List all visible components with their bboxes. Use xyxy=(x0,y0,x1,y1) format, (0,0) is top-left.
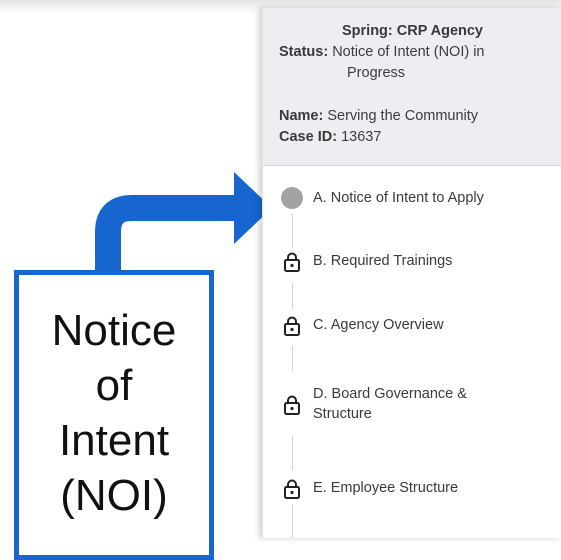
callout-line: Notice xyxy=(51,306,177,355)
name-value: Serving the Community xyxy=(327,108,479,124)
callout-line: (NOI) xyxy=(60,471,168,520)
step-label: E. Employee Structure xyxy=(313,480,459,496)
application-steps-panel: Spring: CRP Agency Status: Notice of Int… xyxy=(262,8,561,538)
status-value-continued: Progress xyxy=(347,65,406,81)
lock-icon xyxy=(284,252,300,272)
current-step-dot-icon xyxy=(281,187,303,209)
step-label: C. Agency Overview xyxy=(313,317,444,333)
lock-icon xyxy=(284,316,300,336)
step-connector xyxy=(292,346,293,371)
status-line: Status: Notice of Intent (NOI) in Progre… xyxy=(279,42,559,84)
callout-line: of xyxy=(95,361,133,410)
noi-callout-box: Notice of Intent (NOI) xyxy=(14,270,214,560)
case-id-value: 13637 xyxy=(341,129,382,145)
status-label: Status: xyxy=(279,44,329,60)
step-connector xyxy=(292,436,293,470)
step-connector xyxy=(292,214,293,247)
name-line: Name: Serving the Community xyxy=(279,106,559,127)
step-label: D. Board Governance & Structure xyxy=(313,384,548,424)
name-label: Name: xyxy=(279,108,324,124)
step-label: B. Required Trainings xyxy=(313,253,453,269)
status-value: Notice of Intent (NOI) in xyxy=(332,44,485,60)
callout-line: Intent xyxy=(58,416,170,465)
case-id-line: Case ID: 13637 xyxy=(279,127,559,148)
lock-icon xyxy=(284,479,300,499)
step-label-line: D. Board Governance & xyxy=(313,386,467,402)
step-label: A. Notice of Intent to Apply xyxy=(313,190,484,206)
lock-icon xyxy=(284,395,300,415)
case-id-label: Case ID: xyxy=(279,129,338,145)
step-connector xyxy=(292,505,293,538)
program-title: Spring: CRP Agency xyxy=(342,23,483,39)
step-connector xyxy=(292,283,293,309)
step-label-line: Structure xyxy=(313,406,372,422)
callout-text: Notice of Intent (NOI) xyxy=(19,303,209,523)
case-summary-header: Spring: CRP Agency Status: Notice of Int… xyxy=(263,8,561,166)
